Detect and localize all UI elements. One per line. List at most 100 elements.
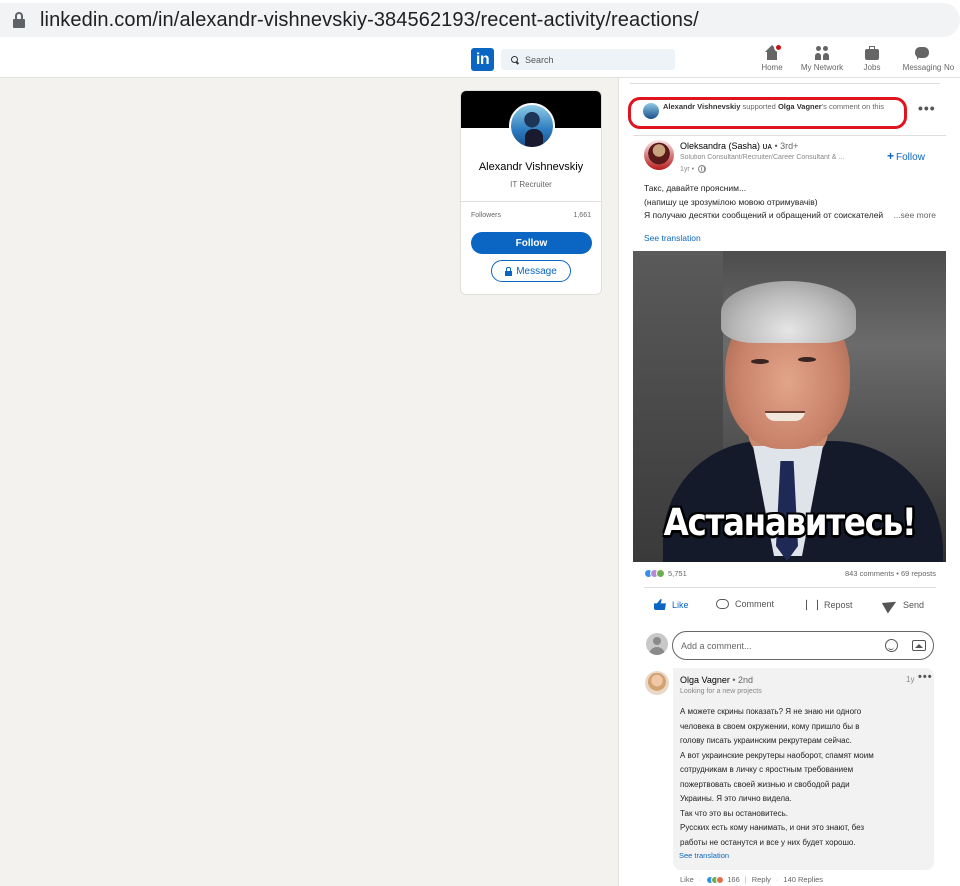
comment-reply-button[interactable]: Reply <box>752 875 771 884</box>
profile-card: Alexandr Vishnevskiy IT Recruiter Follow… <box>460 90 602 295</box>
comment-time: 1y <box>906 675 915 684</box>
post-author-name[interactable]: Oleksandra (Sasha) ᴜᴀ <box>680 141 772 151</box>
comment-see-translation-link[interactable]: See translation <box>679 851 729 860</box>
followers-label: Followers <box>471 212 501 219</box>
red-highlight-annotation <box>628 97 907 129</box>
lock-icon[interactable] <box>12 12 26 28</box>
comment-line: Украины. Я это лично видела. <box>680 794 792 803</box>
repost-label: Repost <box>824 600 853 610</box>
post-image[interactable]: Астанавитесь! <box>633 251 946 562</box>
comment-like-button[interactable]: Like <box>680 875 694 884</box>
comment-line: работы не останутся и все у них будет хо… <box>680 837 856 847</box>
love-reaction-icon <box>716 875 725 884</box>
follow-button[interactable]: Follow <box>471 232 592 254</box>
commenter[interactable]: Olga Vagner • 2nd <box>680 675 753 685</box>
image-caption: Астанавитесь! <box>663 501 917 544</box>
more-options-icon[interactable]: ••• <box>918 100 936 116</box>
browser-url-bar: linkedin.com/in/alexandr-vishnevskiy-384… <box>0 0 960 42</box>
thumbs-up-icon <box>654 599 666 610</box>
comment-line: пожертвовать своей жизнью и свободой рад… <box>680 779 850 789</box>
search-icon <box>511 55 519 64</box>
profile-name[interactable]: Alexandr Vishnevskiy <box>461 161 601 173</box>
address-field[interactable]: linkedin.com/in/alexandr-vishnevskiy-384… <box>0 3 960 37</box>
post-text-line: Я получаю десятки сообщений и обращений … <box>644 210 884 220</box>
current-user-avatar <box>646 633 668 655</box>
see-translation-link[interactable]: See translation <box>644 233 701 243</box>
commenter-avatar[interactable] <box>645 671 669 695</box>
nav-jobs[interactable]: Jobs <box>847 45 897 72</box>
post-follow-button[interactable]: + Follow <box>887 149 925 163</box>
comment-more-icon[interactable]: ••• <box>918 671 933 683</box>
post-author-degree: • 3rd+ <box>771 141 799 151</box>
comment-line: человека в своем окружении, кому пришло … <box>680 721 860 731</box>
commenter-headline: Looking for a new projects <box>680 688 762 695</box>
home-icon <box>764 43 783 61</box>
comment-line: голову писать украинским рекрутерам сейч… <box>680 736 852 745</box>
comment-reactions-count[interactable]: 166 <box>727 875 740 884</box>
message-button-label: Message <box>516 265 557 277</box>
nav-messaging[interactable]: Messaging <box>897 45 947 72</box>
repost-icon <box>806 599 818 611</box>
comment-line: Русских есть кому нанимать, и они это зн… <box>680 823 865 832</box>
send-label: Send <box>903 600 925 610</box>
send-button[interactable]: Send <box>881 596 925 614</box>
comment-text: А можете скрины показать? Я не знаю ни о… <box>680 705 925 850</box>
reactions-count[interactable]: 5,751 <box>668 569 687 578</box>
nav-home-label: Home <box>761 63 783 72</box>
notification-dot <box>774 43 783 52</box>
comment-line: А можете скрины показать? Я не знаю ни о… <box>680 707 862 716</box>
celebrate-reaction-icon <box>656 569 665 578</box>
nav-notifications[interactable]: No <box>944 45 960 72</box>
post-stats: 5,751 843 comments • 69 reposts <box>644 569 936 578</box>
search-placeholder: Search <box>525 54 554 65</box>
search-input[interactable]: Search <box>501 49 675 70</box>
send-icon <box>881 596 900 614</box>
image-upload-icon[interactable] <box>912 640 926 651</box>
like-button[interactable]: Like <box>654 599 689 610</box>
nav-my-network[interactable]: My Network <box>797 45 847 72</box>
linkedin-logo-icon[interactable]: in <box>471 48 494 71</box>
like-label: Like <box>672 599 689 610</box>
bell-icon <box>951 45 960 61</box>
see-more-link[interactable]: ...see more <box>893 209 936 223</box>
comment-button[interactable]: Comment <box>716 599 774 609</box>
comment-line: сотрудникам в личку с яростным требовани… <box>680 765 854 774</box>
nav-home[interactable]: Home <box>747 43 797 72</box>
plus-icon: + <box>887 149 895 163</box>
followers-row: Followers 1,661 <box>471 212 591 219</box>
repost-button[interactable]: Repost <box>806 599 853 611</box>
divider <box>630 83 940 84</box>
network-icon <box>814 45 830 61</box>
followers-count: 1,661 <box>573 212 591 219</box>
briefcase-icon <box>864 45 880 61</box>
post-body: Такс, давайте проясним... (напишу це зро… <box>644 182 936 223</box>
lock-icon <box>505 267 513 276</box>
message-button[interactable]: Message <box>491 260 571 282</box>
divider <box>644 587 936 588</box>
comment-replies-count[interactable]: 140 Replies <box>783 875 823 884</box>
post-author[interactable]: Oleksandra (Sasha) ᴜᴀ • 3rd+ <box>680 141 798 151</box>
emoji-icon[interactable] <box>885 639 898 652</box>
comment-label: Comment <box>735 599 775 609</box>
divider <box>633 135 946 136</box>
nav-notifications-label: No <box>944 63 955 72</box>
reactions-summary[interactable]: 5,751 <box>644 569 687 578</box>
comment-line: Так что это вы остановитесь. <box>680 808 788 818</box>
post-author-avatar[interactable] <box>644 140 674 170</box>
comment-actions: Like · 166 | Reply · 140 Replies <box>680 875 824 884</box>
divider <box>461 201 601 202</box>
post-follow-label: Follow <box>896 152 925 163</box>
nav-jobs-label: Jobs <box>863 63 881 72</box>
comment-line: А вот украинские рекрутеры наоборот, спа… <box>680 750 874 760</box>
url-text[interactable]: linkedin.com/in/alexandr-vishnevskiy-384… <box>40 9 699 32</box>
profile-title: IT Recruiter <box>510 180 552 189</box>
profile-avatar[interactable] <box>509 103 555 149</box>
comments-reposts-count[interactable]: 843 comments • 69 reposts <box>845 569 936 578</box>
message-icon <box>914 45 930 61</box>
post-text-line: Такс, давайте проясним... <box>644 183 747 193</box>
linkedin-nav-bar: in Search Home My Network Jobs Messaging… <box>0 42 960 78</box>
post-time: 1yr • <box>680 165 707 173</box>
globe-icon <box>698 165 707 173</box>
commenter-name[interactable]: Olga Vagner <box>680 675 730 685</box>
post-time-text: 1yr • <box>680 165 695 173</box>
